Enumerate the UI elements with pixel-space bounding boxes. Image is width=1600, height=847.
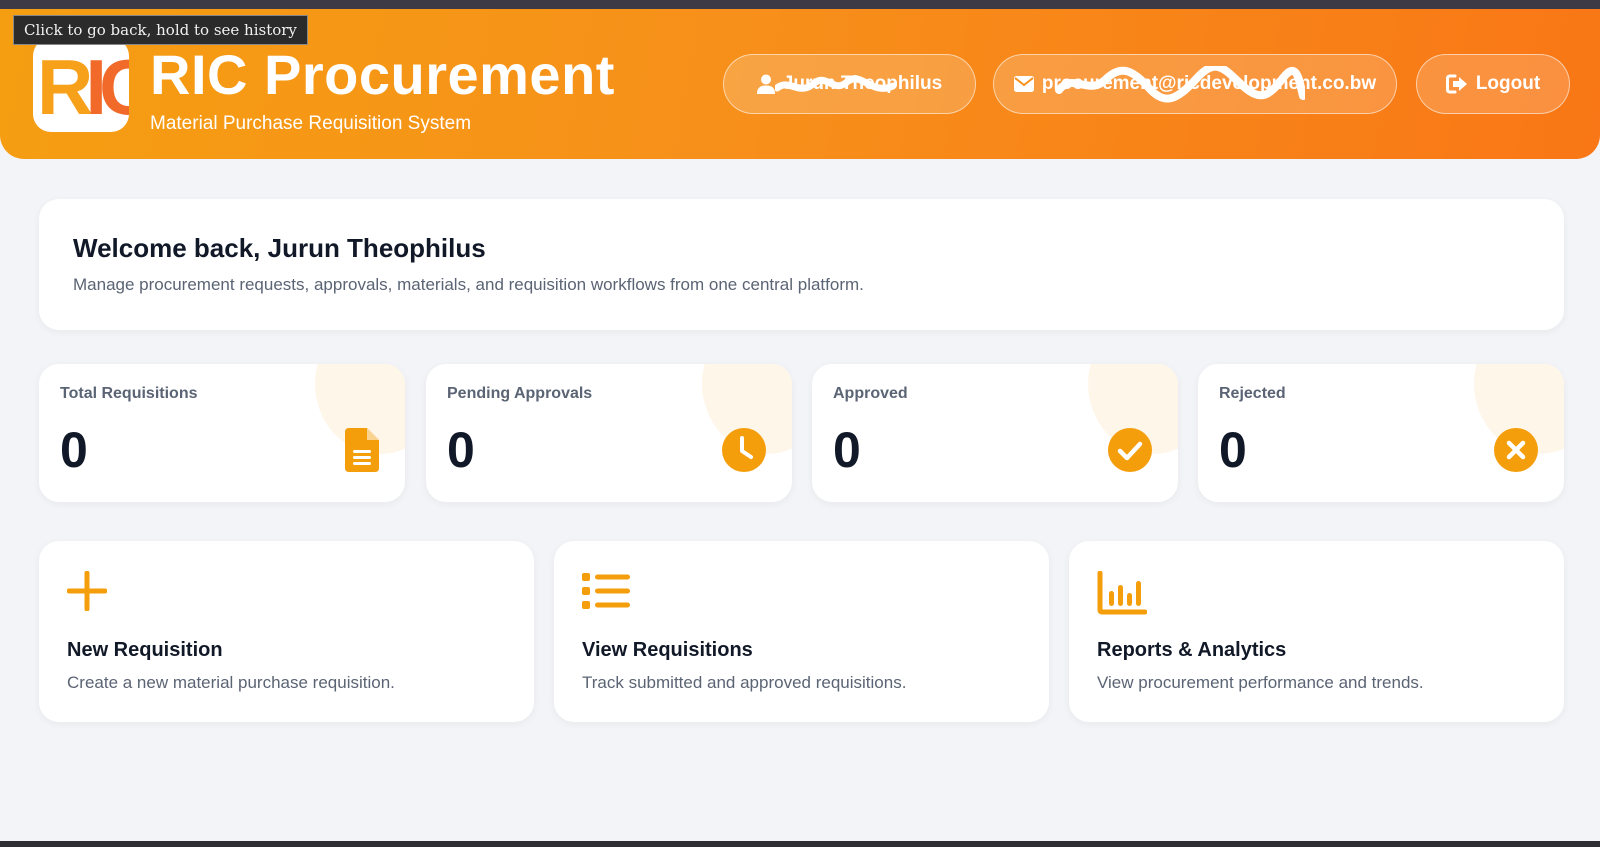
logout-icon [1445, 74, 1467, 94]
stat-card-pending-approvals: Pending Approvals 0 [426, 364, 792, 502]
logout-label: Logout [1475, 73, 1541, 94]
plus-icon [67, 571, 107, 611]
stat-label: Pending Approvals [447, 385, 593, 402]
user-profile-button[interactable]: Jurun Theophilus [723, 54, 976, 114]
welcome-description: Manage procurement requests, approvals, … [73, 275, 864, 294]
logout-button[interactable]: Logout [1416, 54, 1570, 114]
stat-value: 0 [447, 422, 475, 478]
stat-label: Rejected [1219, 385, 1286, 402]
user-email-button[interactable]: procurement@ricdevelopment.co.bw [993, 54, 1397, 114]
stat-card-total-requisitions: Total Requisitions 0 [39, 364, 405, 502]
document-icon [345, 428, 379, 472]
action-title: New Requisition [67, 639, 223, 661]
action-description: View procurement performance and trends. [1097, 673, 1424, 692]
stat-card-approved: Approved 0 [812, 364, 1178, 502]
action-title: View Requisitions [582, 639, 753, 661]
action-description: Create a new material purchase requisiti… [67, 673, 395, 692]
bar-chart-icon [1097, 571, 1147, 615]
clock-icon [722, 428, 766, 472]
action-title: Reports & Analytics [1097, 639, 1287, 661]
action-description: Track submitted and approved requisition… [582, 673, 907, 692]
stat-label: Total Requisitions [60, 385, 198, 402]
browser-top-strip [0, 0, 1600, 9]
view-requisitions-card[interactable]: View Requisitions Track submitted and ap… [554, 541, 1049, 722]
ric-logo: RIC [33, 38, 129, 132]
back-button-tooltip: Click to go back, hold to see history [13, 15, 308, 45]
welcome-title: Welcome back, Jurun Theophilus [73, 233, 486, 263]
stat-label: Approved [833, 385, 908, 402]
x-circle-icon [1494, 428, 1538, 472]
user-icon [756, 74, 775, 94]
stat-value: 0 [1219, 422, 1247, 478]
reports-analytics-card[interactable]: Reports & Analytics View procurement per… [1069, 541, 1564, 722]
app-subtitle: Material Purchase Requisition System [150, 113, 472, 134]
stat-card-rejected: Rejected 0 [1198, 364, 1564, 502]
new-requisition-card[interactable]: New Requisition Create a new material pu… [39, 541, 534, 722]
list-icon [582, 573, 630, 609]
stat-value: 0 [60, 422, 88, 478]
app-title: RIC Procurement [150, 43, 615, 106]
check-circle-icon [1108, 428, 1152, 472]
browser-bottom-strip [0, 841, 1600, 847]
user-name-label: Jurun Theophilus [782, 73, 943, 94]
stat-value: 0 [833, 422, 861, 478]
user-email-label: procurement@ricdevelopment.co.bw [1041, 73, 1377, 94]
envelope-icon [1013, 76, 1034, 92]
welcome-card: Welcome back, Jurun Theophilus Manage pr… [39, 199, 1564, 330]
